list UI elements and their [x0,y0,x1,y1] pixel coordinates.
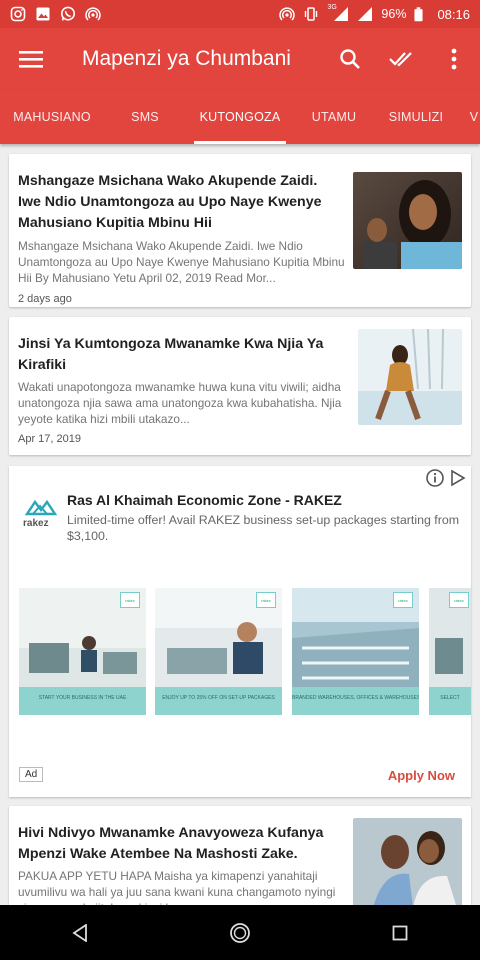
recents-icon [392,925,408,940]
hamburger-icon [19,51,43,68]
hotspot-icon [279,7,296,21]
creative-logo-badge: rakez [449,592,469,608]
ad-card[interactable]: rakez Ras Al Khaimah Economic Zone - RAK… [9,466,471,797]
back-button[interactable] [50,905,110,960]
creative-logo-badge: rakez [393,592,413,608]
apply-now-button[interactable]: Apply Now [388,768,455,783]
gallery-icon [36,7,50,21]
ad-choices[interactable] [425,468,467,488]
ad-creative[interactable]: rakez START YOUR BUSINESS IN THE UAE [19,588,146,715]
article-thumbnail [353,818,462,905]
mark-read-icon [389,52,412,67]
recents-button[interactable] [370,905,430,960]
adchoices-play-icon[interactable] [449,468,467,488]
category-tabs: MAHUSIANO SMS KUTONGOZA UTAMU SIMULIZI V [0,90,480,144]
ad-creative[interactable]: rakez ENJOY UP TO 25% OFF ON SET-UP PACK… [155,588,282,715]
creative-caption: START YOUR BUSINESS IN THE UAE [19,687,146,715]
search-icon [340,49,360,69]
hotspot-icon [85,7,101,21]
whatsapp-icon [61,6,75,21]
app-title: Mapenzi ya Chumbani [82,47,291,70]
tab-simulizi[interactable]: SIMULIZI [374,90,458,144]
menu-button[interactable] [0,28,62,90]
article-headline: Jinsi Ya Kumtongoza Mwanamke Kwa Njia Ya… [18,336,324,373]
vibrate-icon [305,7,318,21]
tab-more[interactable]: V [464,90,480,144]
system-nav-bar [0,905,480,960]
search-button[interactable] [324,28,376,90]
creative-caption: ENJOY UP TO 25% OFF ON SET-UP PACKAGES [155,687,282,715]
advertiser-logo-text: rakez [23,518,49,529]
home-icon [230,922,250,943]
more-vert-icon [451,48,457,70]
tab-mahusiano[interactable]: MAHUSIANO [0,90,104,144]
tab-sms[interactable]: SMS [104,90,186,144]
ad-title[interactable]: Ras Al Khaimah Economic Zone - RAKEZ [67,492,342,508]
article-excerpt: Mshangaze Msichana Wako Akupende Zaidi. … [18,239,345,285]
ad-label: Ad [19,767,44,782]
article-thumbnail [353,172,462,269]
clock: 08:16 [437,6,470,22]
more-options-button[interactable] [428,28,480,90]
article-date: 2 days ago [18,293,72,305]
ad-creative[interactable]: rakez BRANDED WAREHOUSES, OFFICES & WARE… [292,588,419,715]
info-icon[interactable] [425,468,445,488]
creative-caption: SELECT [429,687,471,715]
creative-logo-badge: rakez [256,592,276,608]
article-excerpt: PAKUA APP YETU HAPA Maisha ya kimapenzi … [18,869,336,905]
article-excerpt: Wakati unapotongoza mwanamke huwa kuna v… [18,380,342,426]
article-headline: Mshangaze Msichana Wako Akupende Zaidi. … [18,173,322,231]
advertiser-logo: rakez [19,494,61,532]
app-bar: Mapenzi ya Chumbani [0,28,480,90]
status-bar: 3G 96% 08:16 [0,0,480,28]
tab-utamu[interactable]: UTAMU [294,90,374,144]
mark-all-read-button[interactable] [376,28,428,90]
battery-percent: 96% [381,7,407,21]
battery-icon [414,6,424,21]
article-card[interactable]: Hivi Ndivyo Mwanamke Anavyoweza Kufanya … [9,806,471,905]
signal-icon [358,7,373,21]
article-card[interactable]: Mshangaze Msichana Wako Akupende Zaidi. … [9,154,471,307]
signal-icon [334,7,349,21]
creative-caption: BRANDED WAREHOUSES, OFFICES & WAREHOUSES [292,687,419,715]
home-button[interactable] [210,905,270,960]
creative-logo-badge: rakez [120,592,140,608]
feed-list[interactable]: Mshangaze Msichana Wako Akupende Zaidi. … [0,144,480,905]
article-card[interactable]: Jinsi Ya Kumtongoza Mwanamke Kwa Njia Ya… [9,317,471,455]
back-icon [72,923,87,942]
tab-kutongoza[interactable]: KUTONGOZA [186,90,294,144]
article-thumbnail [358,329,462,425]
article-date: Apr 17, 2019 [18,433,81,445]
article-headline: Hivi Ndivyo Mwanamke Anavyoweza Kufanya … [18,825,324,862]
instagram-icon [10,6,26,22]
ad-description: Limited-time offer! Avail RAKEZ business… [67,513,460,543]
ad-creative[interactable]: rakez SELECT [429,588,471,715]
